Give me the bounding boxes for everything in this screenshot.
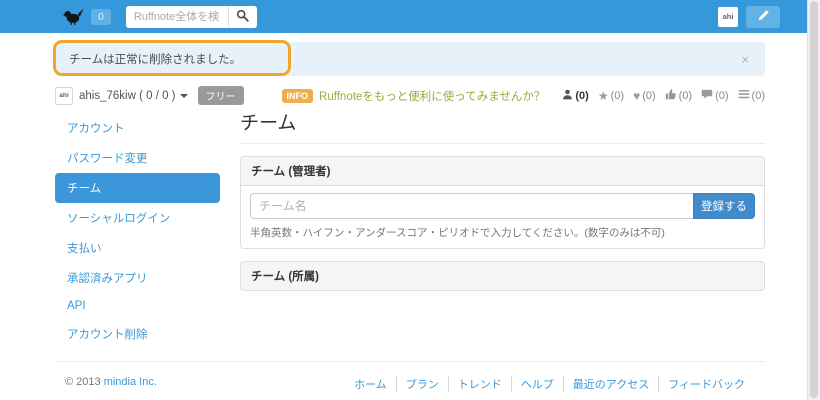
team-name-help-text: 半角英数・ハイフン・アンダースコア・ピリオドで入力してください。(数字のみは不可… <box>250 225 755 240</box>
top-navbar: 0 ahi <box>0 0 807 33</box>
sidebar-item-delete-account[interactable]: アカウント削除 <box>55 319 220 349</box>
stat-comments[interactable]: (0) <box>701 88 728 103</box>
copyright-text: © 2013 <box>65 376 104 388</box>
person-icon <box>562 89 573 103</box>
search-button[interactable] <box>228 6 257 28</box>
sidebar-item-social-login[interactable]: ソーシャルログイン <box>55 203 220 233</box>
success-alert: チームは正常に削除されました。 × <box>55 42 765 76</box>
stat-count: (0) <box>642 90 655 102</box>
content-container: チームは正常に削除されました。 × ahi ahis_76kiw ( 0 / 0… <box>55 33 765 349</box>
team-admin-panel: チーム (管理者) 登録する 半角英数・ハイフン・アンダースコア・ピリオドで入力… <box>240 156 765 249</box>
footer-link-home[interactable]: ホーム <box>354 376 387 392</box>
pencil-icon <box>757 9 770 25</box>
sidebar-item-approved-apps[interactable]: 承認済みアプリ <box>55 263 220 293</box>
list-icon <box>738 89 750 103</box>
scrollbar-thumb[interactable] <box>810 1 818 398</box>
stat-count: (0) <box>611 90 624 102</box>
user-avatar[interactable]: ahi <box>718 7 738 27</box>
magnifier-icon <box>236 9 249 25</box>
star-icon: ★ <box>598 90 609 102</box>
stat-count: (0) <box>752 90 765 102</box>
team-admin-panel-body: 登録する 半角英数・ハイフン・アンダースコア・ピリオドで入力してください。(数字… <box>241 186 764 248</box>
plan-badge[interactable]: フリー <box>198 86 244 105</box>
register-team-button[interactable]: 登録する <box>693 193 755 219</box>
team-member-panel: チーム (所属) <box>240 261 765 291</box>
user-avatar-small[interactable]: ahi <box>55 87 73 105</box>
heart-icon: ♥ <box>633 90 640 102</box>
info-badge: INFO <box>282 89 314 103</box>
settings-sidebar: アカウント パスワード変更 チーム ソーシャルログイン 支払い 承認済みアプリ … <box>55 113 220 349</box>
footer-link-feedback[interactable]: フィードバック <box>658 376 745 392</box>
footer: © 2013 mindia Inc. ホーム プラン トレンド ヘルプ 最近のア… <box>55 361 765 392</box>
new-note-button[interactable] <box>746 6 780 28</box>
footer-link-recent-access[interactable]: 最近のアクセス <box>563 376 649 392</box>
stat-thumbs-up[interactable]: (0) <box>665 88 692 103</box>
search-input[interactable] <box>126 6 228 28</box>
stat-notes[interactable]: (0) <box>738 89 765 103</box>
username-dropdown[interactable]: ahis_76kiw ( 0 / 0 ) <box>79 90 176 102</box>
company-link[interactable]: mindia Inc. <box>104 376 157 388</box>
team-member-panel-heading: チーム (所属) <box>241 262 764 290</box>
user-bar: ahi ahis_76kiw ( 0 / 0 ) フリー INFO Ruffno… <box>55 86 765 105</box>
team-admin-panel-heading: チーム (管理者) <box>241 157 764 186</box>
copyright: © 2013 mindia Inc. <box>65 376 157 392</box>
alert-message: チームは正常に削除されました。 <box>69 51 241 67</box>
alert-close-icon[interactable]: × <box>741 53 749 66</box>
info-link[interactable]: Ruffnoteをもっと便利に使ってみませんか？ <box>319 88 545 104</box>
stat-stars[interactable]: ★ (0) <box>598 90 624 102</box>
global-search <box>126 6 257 28</box>
navbar-right: ahi <box>718 6 780 28</box>
stat-count: (0) <box>715 90 728 102</box>
bird-logo-icon[interactable] <box>63 8 84 25</box>
caret-down-icon[interactable] <box>180 94 188 98</box>
notification-count-badge[interactable]: 0 <box>91 9 111 25</box>
stat-followers[interactable]: (0) <box>562 89 588 103</box>
footer-link-plan[interactable]: プラン <box>396 376 439 392</box>
sidebar-item-api[interactable]: API <box>55 293 220 319</box>
user-stats: INFO Ruffnoteをもっと便利に使ってみませんか？ (0) ★ (0) <box>282 88 765 104</box>
stat-count: (0) <box>575 90 588 102</box>
sidebar-item-team[interactable]: チーム <box>55 173 220 203</box>
stat-count: (0) <box>679 90 692 102</box>
main-content: チーム チーム (管理者) 登録する 半角英数・ハイフン・アンダースコア・ピリオ… <box>240 113 765 349</box>
page-title: チーム <box>240 113 765 144</box>
thumbs-up-icon <box>665 88 677 103</box>
footer-links: ホーム プラン トレンド ヘルプ 最近のアクセス フィードバック <box>354 376 745 392</box>
page: 0 ahi <box>0 0 820 400</box>
stat-likes[interactable]: ♥ (0) <box>633 90 656 102</box>
sidebar-item-payment[interactable]: 支払い <box>55 233 220 263</box>
settings-layout: アカウント パスワード変更 チーム ソーシャルログイン 支払い 承認済みアプリ … <box>55 113 765 349</box>
page-scrollbar[interactable] <box>807 0 820 400</box>
comment-icon <box>701 88 713 103</box>
footer-link-help[interactable]: ヘルプ <box>511 376 554 392</box>
sidebar-item-password[interactable]: パスワード変更 <box>55 143 220 173</box>
sidebar-item-account[interactable]: アカウント <box>55 113 220 143</box>
team-name-input[interactable] <box>250 193 693 219</box>
footer-link-trend[interactable]: トレンド <box>448 376 502 392</box>
